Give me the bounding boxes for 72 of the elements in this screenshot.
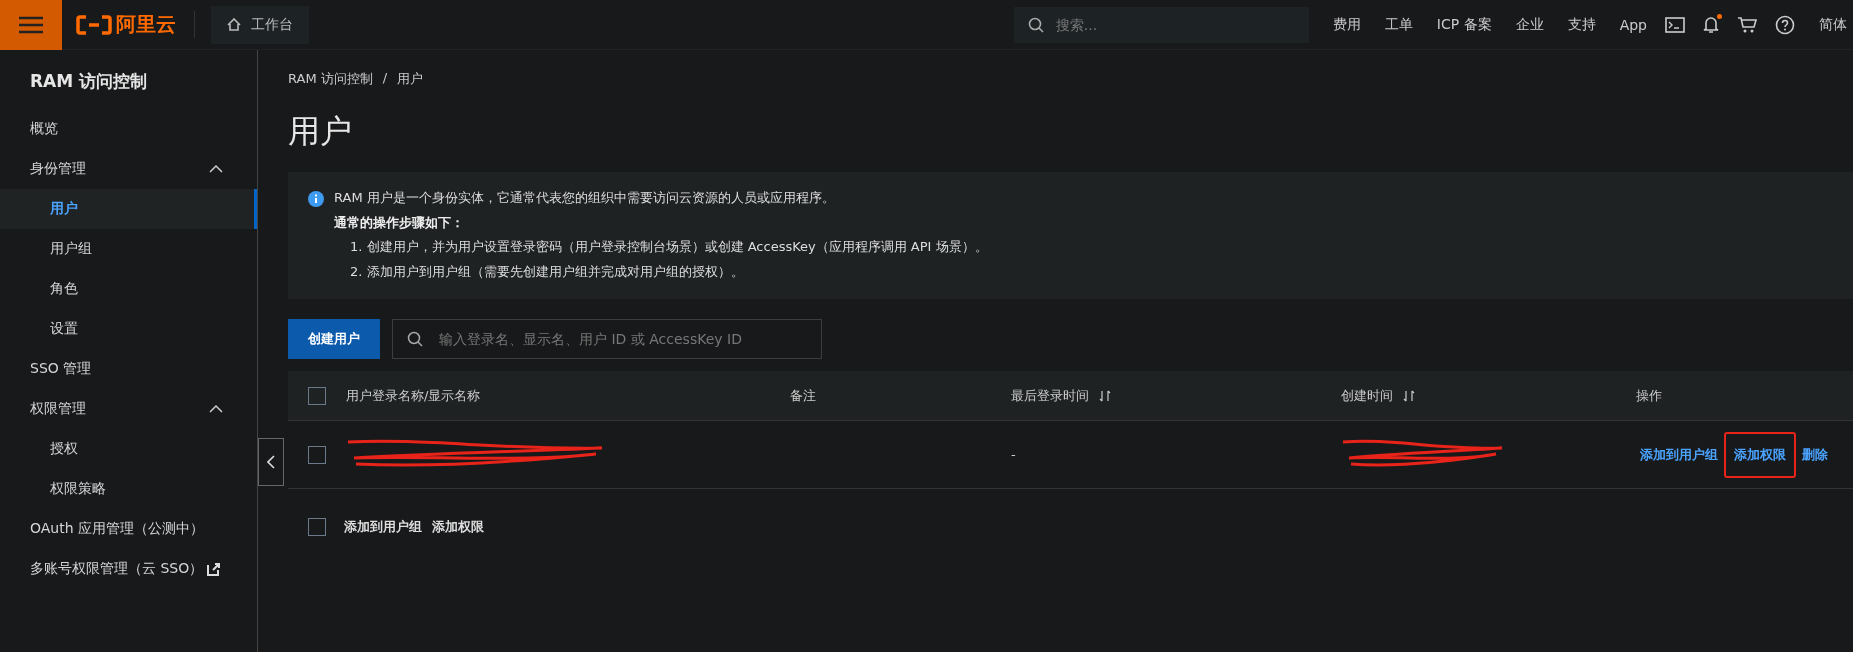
sidebar-item[interactable]: OAuth 应用管理（公测中） xyxy=(0,509,257,549)
logo-icon xyxy=(76,14,112,35)
breadcrumb-separator: / xyxy=(382,70,388,87)
search-box[interactable]: 搜索... xyxy=(1013,6,1309,43)
help-icon xyxy=(1775,14,1795,35)
external-link-icon xyxy=(207,562,221,576)
top-nav-link[interactable]: 费用 xyxy=(1332,15,1361,34)
top-nav-link[interactable]: 企业 xyxy=(1515,15,1544,34)
breadcrumb-current: 用户 xyxy=(397,70,424,88)
chevron-icon[interactable] xyxy=(208,164,224,174)
language-link[interactable]: 简体 xyxy=(1819,15,1847,34)
collapse-button[interactable] xyxy=(258,438,284,486)
menu-button[interactable] xyxy=(0,0,62,50)
sidebar-group[interactable]: 权限管理 xyxy=(0,389,257,429)
search-icon xyxy=(1027,16,1044,33)
sort-icon[interactable] xyxy=(1099,389,1111,402)
search-icon xyxy=(407,331,423,347)
chevron-icon[interactable] xyxy=(208,404,224,414)
notice-step: 1. 创建用户，并为用户设置登录密码（用户登录控制台场景）或创建 AccessKey（应用程序调用 API 场景）。 xyxy=(334,235,988,261)
sidebar-item[interactable]: 概览 xyxy=(0,109,257,149)
notice-heading: 通常的操作步骤如下： xyxy=(334,213,465,232)
notice-step: 2. 添加用户到用户组（需要先创建用户组并完成对用户组的授权）。 xyxy=(334,260,988,285)
info-icon xyxy=(308,191,324,207)
batch-action-link[interactable]: 添加权限 xyxy=(432,518,484,536)
action-link[interactable]: 添加权限 xyxy=(1724,431,1796,478)
action-link[interactable]: 添加到用户组 xyxy=(1636,445,1722,464)
notice-text: RAM 用户是一个身份实体，它通常代表您的组织中需要访问云资源的人员或应用程序。 xyxy=(334,189,836,207)
action-link[interactable]: 删除 xyxy=(1798,445,1832,464)
sidebar-group[interactable]: 身份管理 xyxy=(0,149,257,189)
terminal-icon xyxy=(1665,16,1685,33)
sidebar-item[interactable]: 设置 xyxy=(0,309,257,349)
create-user-button[interactable]: 创建用户 xyxy=(288,319,380,359)
notification-button[interactable] xyxy=(1703,15,1719,34)
sidebar-item[interactable]: 权限策略 xyxy=(0,469,257,509)
cart-icon xyxy=(1737,15,1757,34)
sidebar-item[interactable]: 角色 xyxy=(0,269,257,309)
batch-action-link[interactable]: 添加到用户组 xyxy=(344,518,422,536)
user-search-box[interactable]: 输入登录名、显示名、用户 ID 或 AccessKey ID xyxy=(392,319,822,359)
page-title: 用户 xyxy=(288,111,353,152)
home-icon xyxy=(227,18,241,31)
breadcrumb-link[interactable]: RAM 访问控制 xyxy=(288,70,373,88)
notification-dot xyxy=(1717,13,1722,19)
row-checkbox[interactable] xyxy=(308,445,326,464)
select-all-checkbox[interactable] xyxy=(308,518,326,536)
sidebar-item[interactable]: 用户 xyxy=(0,189,257,229)
top-nav-link[interactable]: App xyxy=(1619,16,1647,33)
sidebar-item[interactable]: SSO 管理 xyxy=(0,349,257,389)
column-header: 操作 xyxy=(1636,386,1662,405)
workbench-button[interactable]: 工作台 xyxy=(211,5,309,44)
select-all-checkbox[interactable] xyxy=(308,386,326,405)
top-nav-link[interactable]: ICP 备案 xyxy=(1436,15,1492,34)
sidebar-item[interactable]: 多账号权限管理（云 SSO） xyxy=(0,549,257,589)
sort-icon[interactable] xyxy=(1403,389,1415,402)
terminal-button[interactable] xyxy=(1665,16,1685,33)
chevron-left-icon xyxy=(267,455,275,469)
sidebar-item[interactable]: 授权 xyxy=(0,429,257,469)
sidebar-title: RAM 访问控制 xyxy=(29,70,149,93)
sidebar-item[interactable]: 用户组 xyxy=(0,229,257,269)
user-search-field[interactable]: 输入登录名、显示名、用户 ID 或 AccessKey ID xyxy=(437,330,797,348)
search-field[interactable]: 搜索... xyxy=(1053,15,1254,34)
cart-button[interactable] xyxy=(1737,15,1757,34)
table-cell-text: - xyxy=(1011,447,1017,462)
bell-icon xyxy=(1703,15,1719,34)
column-header: 用户登录名称/显示名称 xyxy=(346,386,481,405)
top-nav-link[interactable]: 支持 xyxy=(1567,15,1596,34)
column-header: 最后登录时间 xyxy=(1011,386,1089,405)
column-header: 备注 xyxy=(790,386,816,405)
menu-icon xyxy=(19,15,43,34)
column-header: 创建时间 xyxy=(1341,386,1393,405)
logo-text: 阿里云 xyxy=(116,11,176,38)
top-nav-link[interactable]: 工单 xyxy=(1384,15,1413,34)
help-button[interactable] xyxy=(1775,14,1795,35)
